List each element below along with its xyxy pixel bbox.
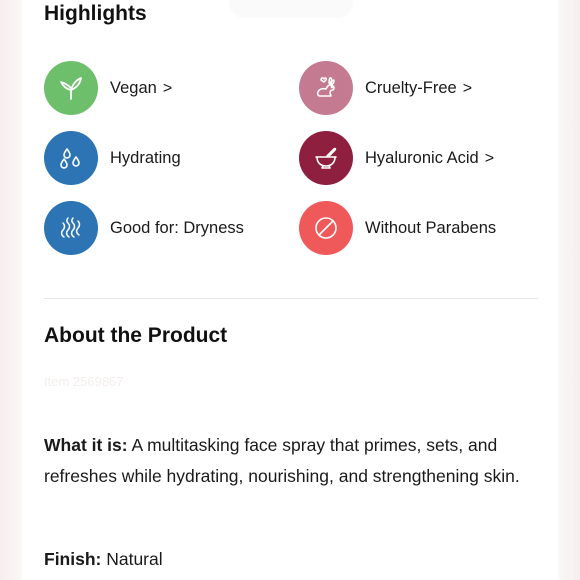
highlight-label: Vegan > bbox=[110, 78, 173, 97]
about-title: About the Product bbox=[44, 324, 228, 347]
item-number: Item 2569867 bbox=[44, 374, 124, 389]
highlight-label: Cruelty-Free > bbox=[365, 78, 473, 97]
highlights-title: Highlights bbox=[44, 2, 147, 25]
what-it-is-description: What it is: A multitasking face spray th… bbox=[44, 430, 524, 492]
chevron-right-icon: > bbox=[162, 79, 173, 97]
highlight-hydrating: Hydrating bbox=[44, 130, 181, 186]
chevron-right-icon: > bbox=[484, 149, 495, 167]
heat-waves-icon bbox=[44, 201, 98, 255]
chevron-right-icon: > bbox=[462, 79, 473, 97]
highlight-hyaluronic-acid[interactable]: Hyaluronic Acid > bbox=[299, 130, 494, 186]
highlight-label: Good for: Dryness bbox=[110, 218, 244, 237]
finish-value: Natural bbox=[101, 549, 163, 569]
top-handle bbox=[230, 0, 352, 16]
section-divider bbox=[44, 298, 538, 299]
highlight-label: Hyaluronic Acid > bbox=[365, 148, 495, 167]
highlight-label: Without Parabens bbox=[365, 218, 497, 237]
bunny-icon bbox=[299, 61, 353, 115]
mortar-pestle-icon bbox=[299, 131, 353, 185]
droplets-icon bbox=[44, 131, 98, 185]
sprout-icon bbox=[44, 61, 98, 115]
highlight-label: Hydrating bbox=[110, 148, 181, 167]
prohibited-icon bbox=[299, 201, 353, 255]
highlight-vegan[interactable]: Vegan > bbox=[44, 60, 172, 116]
highlight-good-for-dryness: Good for: Dryness bbox=[44, 200, 244, 256]
finish-row: Finish: Natural bbox=[44, 549, 163, 570]
highlight-cruelty-free[interactable]: Cruelty-Free > bbox=[299, 60, 472, 116]
product-details-card: Highlights Vegan > Cruelty-Free > Hydrat… bbox=[22, 0, 558, 580]
highlight-without-parabens: Without Parabens bbox=[299, 200, 496, 256]
finish-label: Finish: bbox=[44, 549, 102, 569]
what-it-is-label: What it is: bbox=[44, 435, 128, 455]
